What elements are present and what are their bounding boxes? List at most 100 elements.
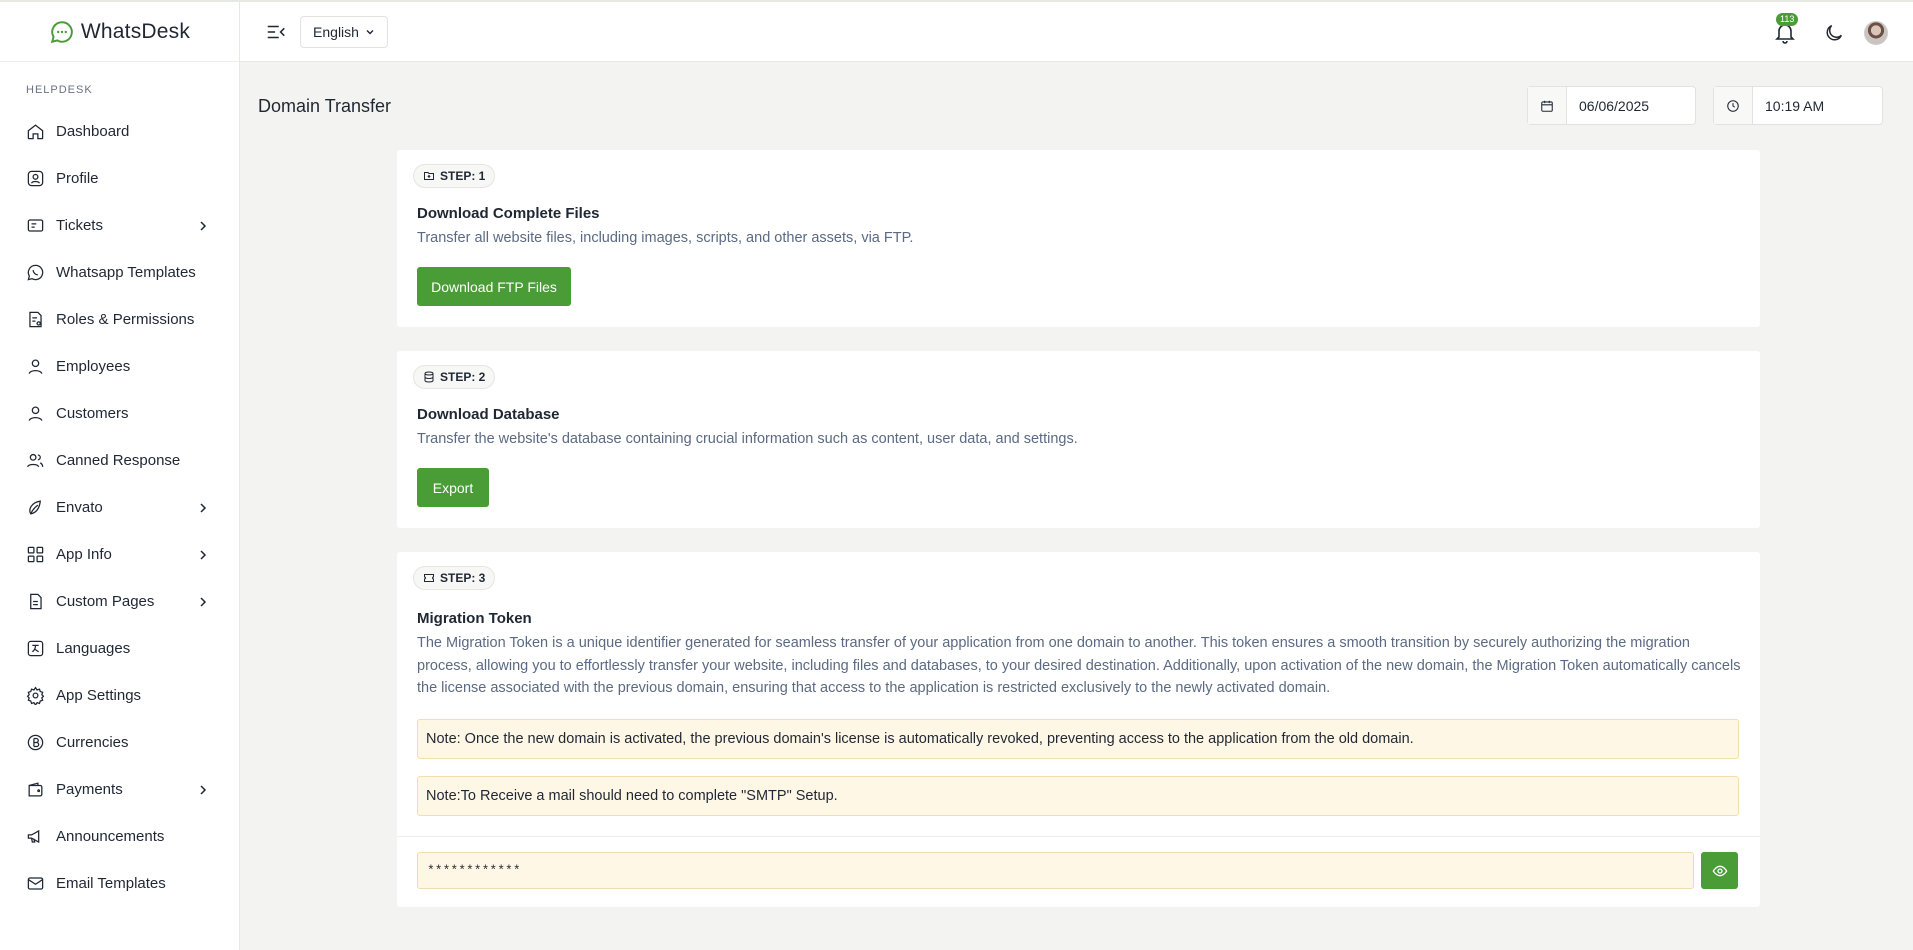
step-3-card: STEP: 3 Migration Token The Migration To…: [397, 552, 1760, 907]
date-display: 06/06/2025: [1527, 86, 1696, 125]
grid-icon: [27, 546, 44, 563]
sidebar-item-languages[interactable]: Languages: [0, 625, 239, 672]
sidebar-item-label: Customers: [56, 405, 129, 422]
step-badge: STEP: 1: [413, 164, 496, 188]
sidebar-item-tickets[interactable]: Tickets: [0, 202, 239, 249]
avatar[interactable]: [1864, 21, 1888, 45]
step-2-card: STEP: 2 Download Database Transfer the w…: [397, 351, 1760, 528]
sidebar-item-custom-pages[interactable]: Custom Pages: [0, 578, 239, 625]
note-license-revoked: Note: Once the new domain is activated, …: [417, 719, 1739, 759]
time-display: 10:19 AM: [1713, 86, 1883, 125]
download-ftp-files-button[interactable]: Download FTP Files: [417, 267, 571, 306]
user-icon: [28, 406, 43, 421]
sidebar-item-label: Canned Response: [56, 452, 181, 469]
sidebar-item-label: Custom Pages: [56, 593, 155, 610]
sidebar-item-canned-response[interactable]: Canned Response: [0, 437, 239, 484]
sidebar-item-label: Payments: [56, 781, 123, 798]
eye-icon: [1712, 865, 1727, 876]
chevron-right-icon: [200, 596, 207, 607]
sidebar-item-app-info[interactable]: App Info: [0, 531, 239, 578]
sidebar-item-employees[interactable]: Employees: [0, 343, 239, 390]
chevron-right-icon: [200, 549, 207, 560]
sidebar-nav: Dashboard Profile Tickets Whatsapp Templ…: [0, 108, 239, 907]
sidebar-item-dashboard[interactable]: Dashboard: [0, 108, 239, 155]
sidebar-item-label: Currencies: [56, 734, 129, 751]
top-header: English 113: [240, 0, 1913, 62]
step-description: Transfer all website files, including im…: [417, 230, 914, 246]
sidebar-item-label: App Settings: [56, 687, 142, 704]
sidebar-item-announcements[interactable]: Announcements: [0, 813, 239, 860]
leaf-icon: [29, 500, 41, 515]
time-value: 10:19 AM: [1765, 97, 1825, 114]
sidebar-item-profile[interactable]: Profile: [0, 155, 239, 202]
step-description: Transfer the website's database containi…: [417, 431, 1078, 447]
folder-upload-icon: [424, 172, 434, 180]
sidebar-section-label: HELPDESK: [26, 84, 93, 96]
sidebar-item-payments[interactable]: Payments: [0, 766, 239, 813]
user-icon: [28, 359, 43, 374]
step-badge-label: STEP: 1: [440, 169, 486, 183]
brand[interactable]: WhatsDesk: [0, 0, 239, 62]
language-icon: [27, 640, 44, 657]
date-value: 06/06/2025: [1579, 97, 1650, 114]
sidebar-item-roles-permissions[interactable]: Roles & Permissions: [0, 296, 239, 343]
ticket-icon: [27, 219, 44, 232]
notification-badge: 113: [1776, 13, 1799, 26]
sidebar-item-label: App Info: [56, 546, 112, 563]
sidebar-item-label: Employees: [56, 358, 131, 375]
sidebar-item-email-templates[interactable]: Email Templates: [0, 860, 239, 907]
sidebar-item-label: Envato: [56, 499, 103, 516]
step-title: Download Complete Files: [417, 205, 600, 222]
users-icon: [26, 453, 44, 468]
currency-icon: [27, 734, 44, 751]
sidebar-item-label: Languages: [56, 640, 131, 657]
step-badge: STEP: 3: [413, 566, 496, 590]
chevron-right-icon: [200, 502, 207, 513]
sidebar-item-label: Profile: [56, 170, 99, 187]
export-button[interactable]: Export: [417, 468, 489, 507]
calendar-icon: [1528, 87, 1567, 124]
step-badge-label: STEP: 3: [440, 571, 486, 585]
sidebar-item-whatsapp-templates[interactable]: Whatsapp Templates: [0, 249, 239, 296]
mail-icon: [27, 877, 44, 890]
step-badge: STEP: 2: [413, 365, 496, 389]
home-icon: [27, 124, 44, 140]
step-badge-label: STEP: 2: [440, 370, 486, 384]
chevron-right-icon: [200, 220, 207, 231]
sidebar-item-label: Email Templates: [56, 875, 166, 892]
chevron-down-icon: [366, 30, 374, 35]
token-ticket-icon: [424, 574, 434, 582]
sidebar-item-customers[interactable]: Customers: [0, 390, 239, 437]
whatsapp-icon: [27, 264, 44, 281]
step-title: Download Database: [417, 406, 560, 423]
sidebar-item-currencies[interactable]: Currencies: [0, 719, 239, 766]
permissions-icon: [29, 311, 42, 328]
database-icon: [424, 371, 434, 383]
step-title: Migration Token: [417, 610, 532, 627]
sidebar-item-label: Roles & Permissions: [56, 311, 195, 328]
gear-icon: [26, 686, 45, 705]
migration-token-input[interactable]: [417, 852, 1694, 889]
chevron-right-icon: [200, 784, 207, 795]
sidebar-item-app-settings[interactable]: App Settings: [0, 672, 239, 719]
profile-icon: [27, 170, 44, 187]
toggle-token-visibility-button[interactable]: [1701, 852, 1738, 889]
step-1-card: STEP: 1 Download Complete Files Transfer…: [397, 150, 1760, 327]
language-select-value: English: [313, 24, 359, 40]
page-icon: [30, 593, 42, 610]
clock-icon: [1714, 87, 1753, 124]
sidebar-item-envato[interactable]: Envato: [0, 484, 239, 531]
language-select[interactable]: English: [300, 16, 388, 48]
wallet-icon: [28, 782, 43, 797]
sidebar-item-label: Whatsapp Templates: [56, 264, 196, 281]
note-smtp-setup: Note:To Receive a mail should need to co…: [417, 776, 1739, 816]
brand-name: WhatsDesk: [80, 19, 191, 43]
sidebar-item-label: Tickets: [56, 217, 103, 234]
page-title: Domain Transfer: [258, 96, 392, 116]
sidebar: WhatsDesk HELPDESK Dashboard Profile Tic…: [0, 0, 240, 950]
sidebar-item-label: Dashboard: [56, 123, 130, 140]
step-description: The Migration Token is a unique identifi…: [417, 635, 1741, 696]
menu-toggle-icon[interactable]: [265, 21, 287, 43]
sidebar-item-label: Announcements: [56, 828, 165, 845]
moon-icon[interactable]: [1823, 22, 1845, 44]
